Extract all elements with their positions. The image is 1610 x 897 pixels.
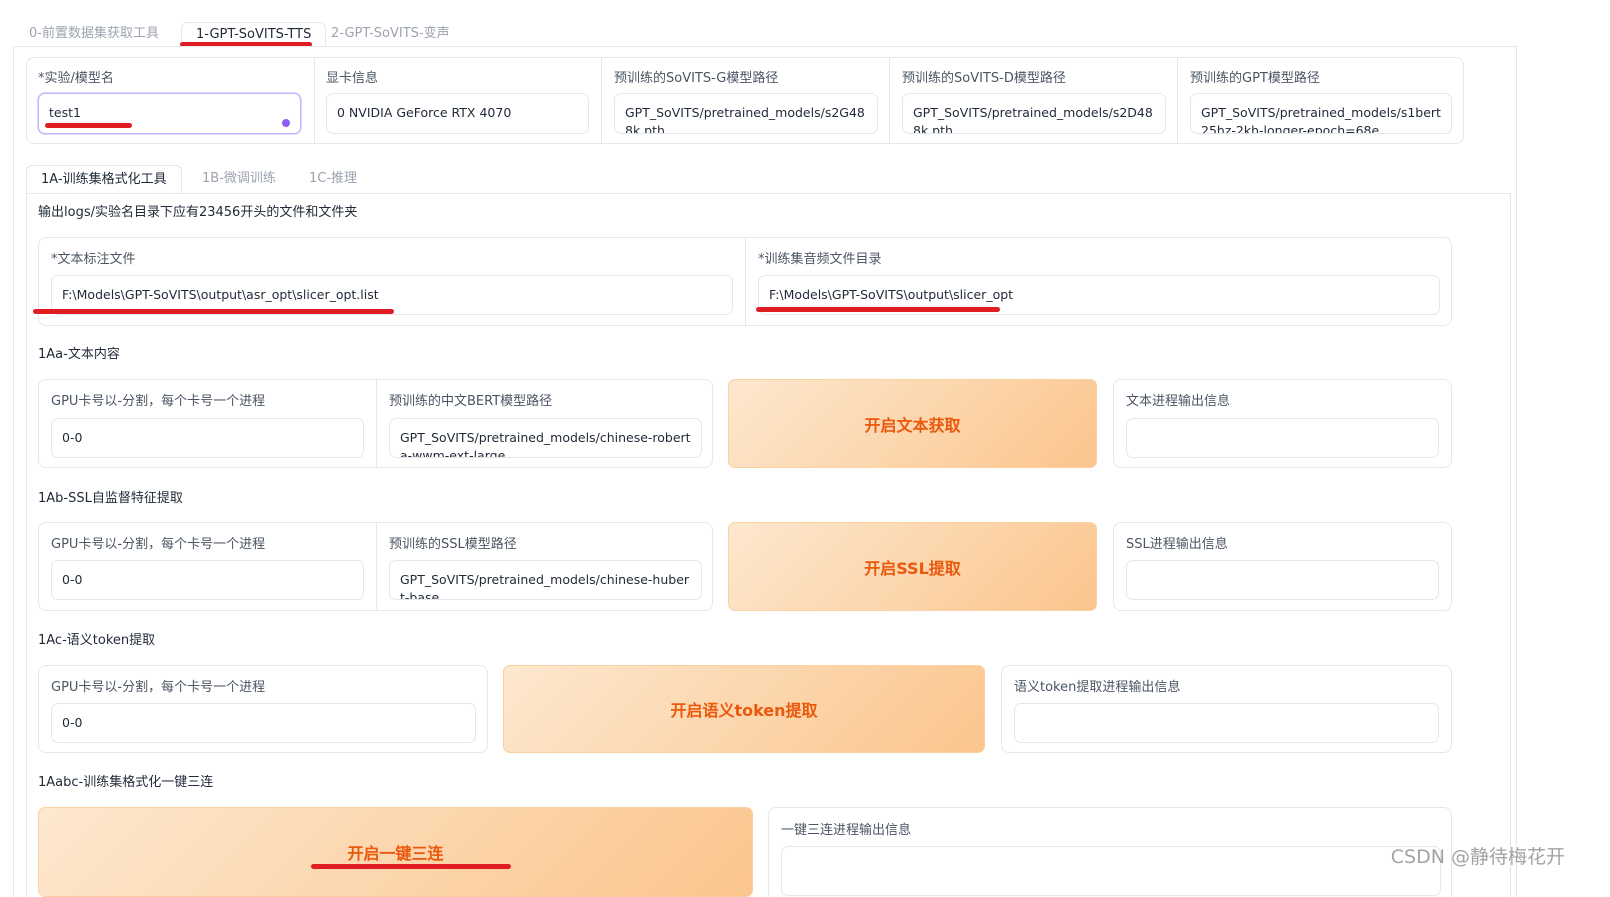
section-1ac-params: GPU卡号以-分割，每个卡号一个进程 0-0: [38, 665, 488, 753]
1ac-gpu-input[interactable]: 0-0: [51, 703, 476, 743]
sovits-d-input[interactable]: GPT_SoVITS/pretrained_models/s2D488k.pth: [902, 93, 1166, 134]
section-1ab-title: 1Ab-SSL自监督特征提取: [38, 491, 183, 506]
1ab-ssl-label: 预训练的SSL模型路径: [389, 537, 517, 552]
text-label-file-label: *文本标注文件: [51, 252, 136, 267]
gpu-info-label: 显卡信息: [326, 71, 379, 86]
sovits-d-cell: 预训练的SoVITS-D模型路径 GPT_SoVITS/pretrained_m…: [889, 58, 1177, 143]
1ab-gpu-cell: GPU卡号以-分割，每个卡号一个进程 0-0: [39, 523, 376, 610]
exp-name-label: *实验/模型名: [38, 71, 114, 86]
tab-1c-inference[interactable]: 1C-推理: [309, 165, 357, 193]
1aa-bert-label: 预训练的中文BERT模型路径: [389, 394, 553, 409]
gpt-path-input[interactable]: GPT_SoVITS/pretrained_models/s1bert25hz-…: [1190, 93, 1452, 134]
sovits-g-input[interactable]: GPT_SoVITS/pretrained_models/s2G488k.pth: [614, 93, 878, 134]
1ab-ssl-input[interactable]: GPT_SoVITS/pretrained_models/chinese-hub…: [389, 560, 702, 600]
annotation-underline-audio-dir: [756, 307, 1000, 312]
tab-1b-finetune[interactable]: 1B-微调训练: [202, 165, 276, 193]
sovits-g-cell: 预训练的SoVITS-G模型路径 GPT_SoVITS/pretrained_m…: [601, 58, 889, 143]
one-click-output-label: 一键三连进程输出信息: [781, 823, 912, 838]
1ab-gpu-label: GPU卡号以-分割，每个卡号一个进程: [51, 537, 266, 552]
ssl-output-field[interactable]: [1126, 560, 1439, 600]
annotation-underline-one-click: [311, 864, 511, 869]
start-text-extraction-button[interactable]: 开启文本获取: [728, 379, 1097, 468]
ssl-output-label: SSL进程输出信息: [1126, 537, 1228, 552]
text-output-block: 文本进程输出信息: [1113, 379, 1452, 468]
ssl-output-block: SSL进程输出信息: [1113, 522, 1452, 611]
1ab-ssl-cell: 预训练的SSL模型路径 GPT_SoVITS/pretrained_models…: [376, 523, 714, 610]
1ac-gpu-label: GPU卡号以-分割，每个卡号一个进程: [51, 680, 266, 695]
1aa-bert-input[interactable]: GPT_SoVITS/pretrained_models/chinese-rob…: [389, 418, 702, 458]
tab-1a-format-tool[interactable]: 1A-训练集格式化工具: [26, 165, 182, 193]
1aa-gpu-input[interactable]: 0-0: [51, 418, 364, 458]
tab-gpt-sovits-voice-change[interactable]: 2-GPT-SoVITS-变声: [331, 22, 450, 46]
1aa-gpu-cell: GPU卡号以-分割，每个卡号一个进程 0-0: [39, 380, 376, 467]
section-1aa-params: GPU卡号以-分割，每个卡号一个进程 0-0 预训练的中文BERT模型路径 GP…: [38, 379, 713, 468]
one-click-output-field[interactable]: [781, 846, 1441, 896]
annotation-underline-text-label: [33, 309, 394, 314]
focus-indicator-icon: [282, 119, 290, 127]
gpu-info-cell: 显卡信息 0 NVIDIA GeForce RTX 4070: [314, 58, 601, 143]
start-one-click-button[interactable]: 开启一键三连: [38, 807, 753, 897]
token-output-label: 语义token提取进程输出信息: [1014, 680, 1181, 695]
gpu-info-field[interactable]: 0 NVIDIA GeForce RTX 4070: [326, 93, 589, 134]
gpt-path-label: 预训练的GPT模型路径: [1190, 71, 1320, 86]
text-output-field[interactable]: [1126, 418, 1439, 458]
section-1aa-title: 1Aa-文本内容: [38, 347, 120, 362]
section-1ac-title: 1Ac-语义token提取: [38, 633, 156, 648]
1aa-bert-cell: 预训练的中文BERT模型路径 GPT_SoVITS/pretrained_mod…: [376, 380, 714, 467]
token-output-block: 语义token提取进程输出信息: [1001, 665, 1452, 753]
sovits-g-label: 预训练的SoVITS-G模型路径: [614, 71, 779, 86]
1aa-gpu-label: GPU卡号以-分割，每个卡号一个进程: [51, 394, 266, 409]
one-click-output-block: 一键三连进程输出信息: [768, 807, 1452, 897]
section-1aabc-title: 1Aabc-训练集格式化一键三连: [38, 775, 214, 790]
gpt-path-cell: 预训练的GPT模型路径 GPT_SoVITS/pretrained_models…: [1177, 58, 1465, 143]
audio-dir-label: *训练集音频文件目录: [758, 252, 882, 267]
tab-dataset-tools[interactable]: 0-前置数据集获取工具: [29, 22, 159, 46]
config-row: *实验/模型名 test1 显卡信息 0 NVIDIA GeForce RTX …: [26, 57, 1464, 144]
annotation-underline-exp-name: [45, 123, 132, 128]
1ab-gpu-input[interactable]: 0-0: [51, 560, 364, 600]
start-token-extraction-button[interactable]: 开启语义token提取: [503, 665, 985, 753]
sovits-d-label: 预训练的SoVITS-D模型路径: [902, 71, 1066, 86]
token-output-field[interactable]: [1014, 703, 1439, 743]
section-1ab-params: GPU卡号以-分割，每个卡号一个进程 0-0 预训练的SSL模型路径 GPT_S…: [38, 522, 713, 611]
watermark: CSDN @静待梅花开: [1390, 846, 1565, 868]
output-hint: 输出logs/实验名目录下应有23456开头的文件和文件夹: [38, 205, 358, 220]
exp-name-cell: *实验/模型名 test1: [27, 58, 314, 143]
start-ssl-extraction-button[interactable]: 开启SSL提取: [728, 522, 1097, 611]
text-output-label: 文本进程输出信息: [1126, 394, 1231, 409]
